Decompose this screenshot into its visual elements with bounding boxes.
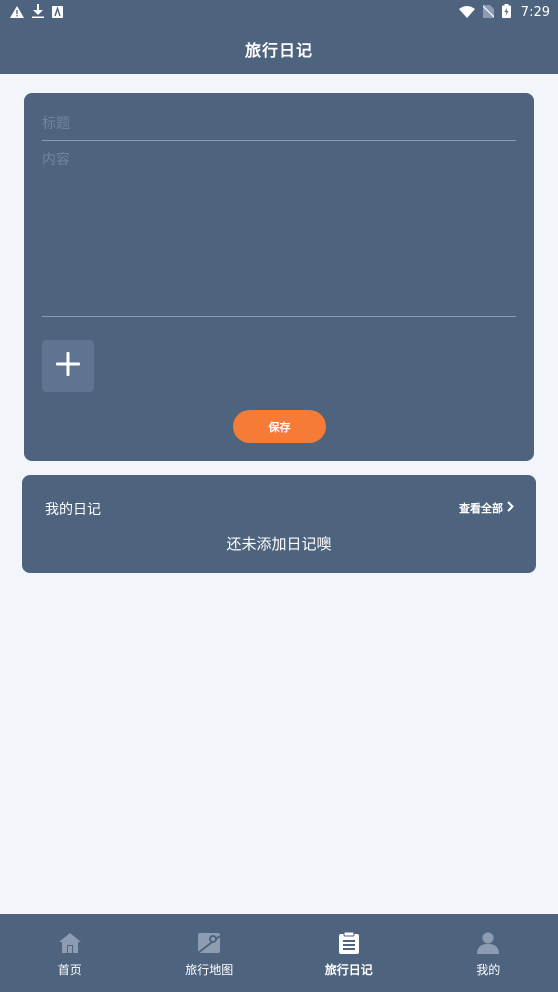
tab-travel-map-label: 旅行地图 xyxy=(185,963,234,977)
chevron-right-icon xyxy=(507,501,514,515)
tab-home[interactable]: 首页 xyxy=(0,914,140,992)
warning-icon xyxy=(10,3,24,22)
download-icon xyxy=(32,3,44,22)
status-bar: 7:29 xyxy=(0,0,558,24)
tab-travel-map[interactable]: 旅行地图 xyxy=(140,914,280,992)
font-app-icon xyxy=(52,3,63,22)
wifi-icon xyxy=(458,3,475,22)
view-all-label: 查看全部 xyxy=(459,502,503,515)
bottom-tab-bar: 首页 旅行地图 旅行日记 我的 xyxy=(0,914,558,992)
title-input[interactable] xyxy=(42,107,516,141)
save-button[interactable]: 保存 xyxy=(233,410,326,443)
plus-icon xyxy=(55,351,81,381)
my-diary-title: 我的日记 xyxy=(45,502,101,518)
app-bar: 旅行日记 xyxy=(0,24,558,74)
tab-home-label: 首页 xyxy=(57,963,82,977)
view-all-link[interactable]: 查看全部 xyxy=(459,500,514,516)
tab-mine[interactable]: 我的 xyxy=(419,914,558,992)
clipboard-icon xyxy=(338,931,360,958)
no-sim-icon xyxy=(482,3,495,22)
page-title: 旅行日记 xyxy=(244,41,313,60)
tab-mine-label: 我的 xyxy=(476,963,501,977)
empty-diary-message: 还未添加日记噢 xyxy=(226,535,332,553)
map-icon xyxy=(197,932,221,958)
diary-editor-card: 保存 xyxy=(24,93,534,461)
add-image-button[interactable] xyxy=(42,340,94,392)
battery-charging-icon xyxy=(501,3,511,22)
status-time: 7:29 xyxy=(520,4,550,20)
tab-travel-diary[interactable]: 旅行日记 xyxy=(279,914,419,992)
user-icon xyxy=(476,932,500,958)
my-diary-card: 我的日记 查看全部 还未添加日记噢 xyxy=(22,475,536,573)
tab-travel-diary-label: 旅行日记 xyxy=(324,963,373,977)
home-icon xyxy=(58,932,82,958)
status-left xyxy=(10,3,63,22)
status-right: 7:29 xyxy=(458,3,550,22)
content-input[interactable] xyxy=(42,149,516,317)
